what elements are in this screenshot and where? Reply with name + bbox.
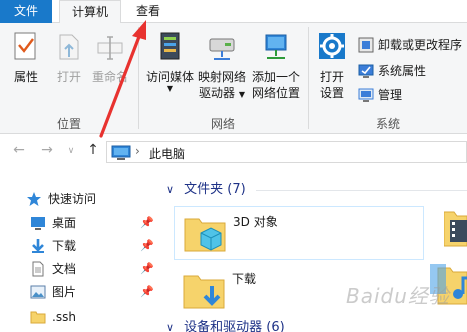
manage-label: 管理 bbox=[378, 88, 403, 102]
nav-item-label: 下载 bbox=[52, 239, 77, 253]
open-button[interactable]: 打开 bbox=[50, 31, 88, 85]
map-drive-label-line2: 驱动器 bbox=[199, 86, 236, 100]
nav-item-downloads[interactable]: 下载 📌 bbox=[26, 235, 158, 257]
group-divider bbox=[138, 27, 139, 129]
system-group-label: 系统 bbox=[375, 117, 400, 131]
nav-item-label: 桌面 bbox=[52, 216, 77, 230]
manage-button[interactable]: 管理 bbox=[358, 85, 402, 105]
navigation-pane: 快速访问 桌面 📌 下载 📌 文档 📌 图片 📌 .ssh bbox=[0, 172, 160, 332]
programs-icon bbox=[358, 37, 374, 59]
nav-item-ssh[interactable]: .ssh bbox=[26, 306, 158, 328]
tab-computer[interactable]: 计算机 bbox=[59, 0, 121, 24]
system-properties-label: 系统属性 bbox=[378, 64, 427, 78]
quick-access-item[interactable]: 快速访问 bbox=[22, 188, 154, 210]
devices-header-label: 设备和驱动器 (6) bbox=[184, 320, 285, 332]
add-network-location-button[interactable]: 添加一个 网络位置 bbox=[250, 31, 302, 101]
folders-section-header[interactable]: ∨ 文件夹 (7) bbox=[166, 180, 246, 200]
open-icon bbox=[50, 31, 88, 67]
open-settings-button[interactable]: 打开 设置 bbox=[312, 31, 352, 101]
this-pc-icon bbox=[111, 145, 131, 164]
group-divider bbox=[308, 27, 309, 129]
watermark: Baidu经验 bbox=[346, 284, 450, 308]
pin-icon: 📌 bbox=[140, 239, 154, 252]
nav-item-label: 图片 bbox=[52, 285, 77, 299]
open-settings-label-line2: 设置 bbox=[319, 86, 344, 100]
add-location-label-line1: 添加一个 bbox=[251, 70, 300, 84]
add-location-label-line2: 网络位置 bbox=[251, 86, 300, 100]
rename-icon bbox=[90, 31, 130, 67]
breadcrumb-chevron-icon[interactable]: › bbox=[135, 144, 140, 158]
back-arrow-icon[interactable]: ← bbox=[10, 142, 28, 158]
folder-label: 3D 对象 bbox=[233, 215, 278, 229]
forward-arrow-icon[interactable]: → bbox=[38, 142, 56, 158]
network-group-label: 网络 bbox=[210, 117, 235, 131]
pin-icon: 📌 bbox=[140, 262, 154, 275]
location-group-label: 位置 bbox=[56, 117, 81, 131]
network-location-icon bbox=[250, 31, 302, 67]
ribbon: 属性 打开 重命名 位置 访问媒体 ▼ 映射网络 驱动器 ▼ 添加一个 网络位置… bbox=[0, 23, 467, 134]
open-settings-label-line1: 打开 bbox=[319, 70, 344, 84]
folders-header-label: 文件夹 (7) bbox=[184, 182, 246, 197]
quick-access-label: 快速访问 bbox=[48, 192, 97, 206]
tab-view[interactable]: 查看 bbox=[128, 0, 168, 23]
breadcrumb-this-pc[interactable]: 此电脑 bbox=[149, 145, 185, 162]
folder-label: 下载 bbox=[232, 272, 257, 286]
map-network-drive-button[interactable]: 映射网络 驱动器 ▼ bbox=[196, 31, 248, 103]
downloads-folder-icon bbox=[182, 268, 226, 315]
settings-gear-icon bbox=[312, 31, 352, 67]
nav-item-documents[interactable]: 文档 📌 bbox=[26, 258, 158, 280]
up-arrow-icon[interactable]: ↑ bbox=[84, 142, 102, 158]
nav-item-label: .ssh bbox=[52, 310, 76, 324]
access-media-label: 访问媒体 bbox=[145, 70, 194, 84]
star-icon bbox=[26, 191, 42, 214]
media-server-icon bbox=[144, 31, 196, 67]
open-label: 打开 bbox=[56, 70, 81, 84]
3d-objects-folder-icon bbox=[183, 211, 227, 258]
devices-section-header[interactable]: ∨ 设备和驱动器 (6) bbox=[166, 318, 285, 332]
address-input[interactable]: › 此电脑 bbox=[106, 141, 467, 163]
properties-icon bbox=[6, 31, 46, 67]
rename-label: 重命名 bbox=[91, 70, 128, 84]
pin-icon: 📌 bbox=[140, 216, 154, 229]
video-folder-icon bbox=[444, 211, 467, 247]
system-properties-button[interactable]: 系统属性 bbox=[358, 61, 426, 81]
pin-icon: 📌 bbox=[140, 285, 154, 298]
collapse-chevron-icon: ∨ bbox=[166, 183, 175, 196]
address-bar-row: ← → ∨ ↑ › 此电脑 bbox=[0, 140, 467, 164]
folder-tile-3d-objects[interactable]: 3D 对象 bbox=[174, 206, 424, 260]
system-properties-icon bbox=[358, 63, 374, 85]
properties-label: 属性 bbox=[13, 70, 38, 84]
section-divider bbox=[256, 190, 467, 191]
uninstall-programs-button[interactable]: 卸载或更改程序 bbox=[358, 35, 462, 55]
map-drive-label-line1: 映射网络 bbox=[197, 70, 246, 84]
access-media-button[interactable]: 访问媒体 ▼ bbox=[144, 31, 196, 93]
folder-icon bbox=[30, 309, 46, 332]
uninstall-label: 卸载或更改程序 bbox=[378, 38, 463, 52]
recent-locations-chevron-icon[interactable]: ∨ bbox=[62, 146, 80, 156]
network-drive-icon bbox=[196, 31, 248, 67]
nav-item-label: 文档 bbox=[52, 262, 77, 276]
collapse-chevron-icon: ∨ bbox=[166, 321, 175, 332]
nav-item-pictures[interactable]: 图片 📌 bbox=[26, 281, 158, 303]
dropdown-arrow-icon: ▼ bbox=[166, 84, 174, 93]
nav-item-desktop[interactable]: 桌面 📌 bbox=[26, 212, 158, 234]
properties-button[interactable]: 属性 bbox=[6, 31, 46, 85]
picture-icon bbox=[30, 284, 46, 307]
dropdown-arrow-icon: ▼ bbox=[238, 90, 245, 99]
tab-file[interactable]: 文件 bbox=[0, 0, 52, 23]
ribbon-tab-bar: 文件 计算机 查看 bbox=[0, 0, 467, 24]
manage-icon bbox=[358, 87, 374, 109]
rename-button[interactable]: 重命名 bbox=[90, 31, 130, 85]
